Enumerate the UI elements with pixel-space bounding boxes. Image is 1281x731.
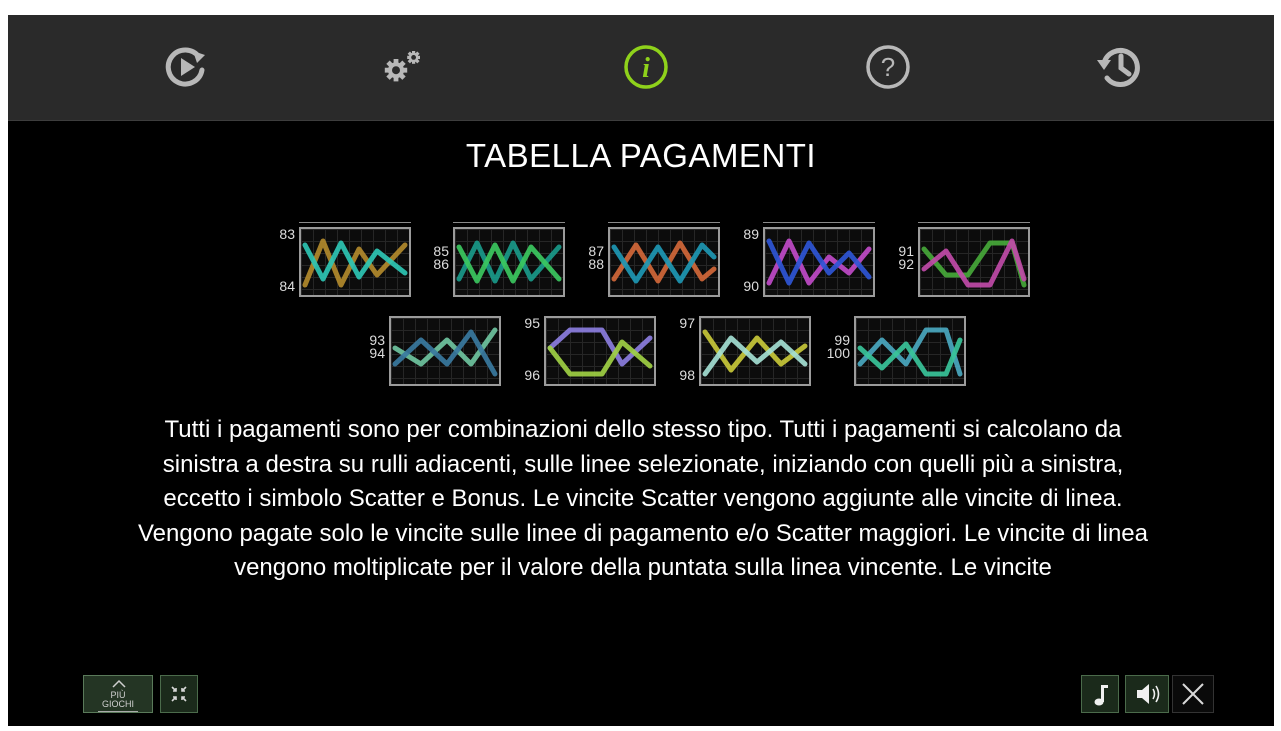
payline-line bbox=[547, 327, 653, 367]
payline-number-top: 95 bbox=[524, 315, 540, 331]
more-games-button[interactable]: PIÙ GIOCHI bbox=[83, 675, 153, 713]
more-games-underline bbox=[98, 711, 138, 712]
nav-settings-button[interactable] bbox=[380, 43, 428, 91]
payline-separator bbox=[763, 222, 875, 223]
nav-info-button[interactable]: i bbox=[622, 43, 670, 91]
more-games-label-line2: GIOCHI bbox=[101, 699, 134, 709]
payline-lines bbox=[547, 327, 653, 377]
paytable-description: Tutti i pagamenti sono per combinazioni … bbox=[138, 416, 1148, 581]
payline-separator bbox=[608, 222, 720, 223]
close-button[interactable] bbox=[1172, 675, 1214, 713]
payline-pattern bbox=[389, 316, 501, 386]
payline-lines bbox=[456, 240, 562, 284]
payline-number-bottom: 86 bbox=[433, 256, 449, 272]
nav-autoplay-button[interactable] bbox=[162, 43, 210, 91]
payline-pattern bbox=[854, 316, 966, 386]
speaker-icon bbox=[1137, 684, 1160, 704]
payline-thumbnail: 87 88 bbox=[588, 222, 720, 297]
payline-thumbnail: 93 94 bbox=[369, 316, 501, 386]
payline-number-top: 83 bbox=[279, 226, 295, 242]
payline-pattern bbox=[763, 227, 875, 297]
payline-pattern bbox=[608, 227, 720, 297]
music-note-icon bbox=[1094, 685, 1108, 706]
payline-pattern bbox=[544, 316, 656, 386]
payline-number-top: 89 bbox=[743, 226, 759, 242]
svg-text:?: ? bbox=[881, 52, 895, 82]
payline-number-bottom: 98 bbox=[679, 367, 695, 383]
top-navigation-bar: i ? bbox=[8, 15, 1274, 121]
payline-number-bottom: 94 bbox=[369, 345, 385, 361]
payline-thumbnail: 89 90 bbox=[743, 222, 875, 297]
payline-separator bbox=[299, 222, 411, 223]
game-info-screen: i ? TABELLA PAGAMENTI Tutti i pagamenti … bbox=[8, 15, 1274, 726]
fullscreen-exit-icon bbox=[171, 686, 187, 702]
payline-lines bbox=[302, 238, 408, 288]
music-toggle-button[interactable] bbox=[1081, 675, 1119, 713]
close-icon bbox=[1182, 683, 1204, 705]
payline-thumbnail: 85 86 bbox=[433, 222, 565, 297]
payline-thumbnail: 91 92 bbox=[898, 222, 1030, 297]
exit-fullscreen-button[interactable] bbox=[160, 675, 198, 713]
payline-pattern bbox=[918, 227, 1030, 297]
payline-lines bbox=[702, 329, 808, 377]
payline-thumbnail: 97 98 bbox=[679, 316, 811, 386]
nav-help-button[interactable]: ? bbox=[864, 43, 912, 91]
more-games-label: PIÙ GIOCHI bbox=[84, 691, 152, 709]
payline-lines bbox=[392, 327, 498, 377]
payline-number-bottom: 84 bbox=[279, 278, 295, 294]
help-icon: ? bbox=[866, 45, 910, 89]
payline-line bbox=[547, 339, 653, 377]
payline-pattern bbox=[453, 227, 565, 297]
payline-number-bottom: 92 bbox=[898, 256, 914, 272]
payline-number-top: 97 bbox=[679, 315, 695, 331]
payline-separator bbox=[453, 222, 565, 223]
payline-number-bottom: 100 bbox=[826, 345, 850, 361]
payline-thumbnail: 83 84 bbox=[279, 222, 411, 297]
page-title: TABELLA PAGAMENTI bbox=[465, 137, 817, 174]
nav-history-button[interactable] bbox=[1094, 43, 1142, 91]
payline-pattern bbox=[299, 227, 411, 297]
payline-lines bbox=[921, 238, 1027, 288]
payline-lines bbox=[857, 327, 963, 377]
payline-number-bottom: 96 bbox=[524, 367, 540, 383]
payline-number-bottom: 90 bbox=[743, 278, 759, 294]
sound-toggle-button[interactable] bbox=[1125, 675, 1169, 713]
payline-thumbnail: 99 100 bbox=[827, 316, 966, 386]
payline-separator bbox=[918, 222, 1030, 223]
home-icon bbox=[112, 679, 126, 688]
payline-thumbnail: 95 96 bbox=[524, 316, 656, 386]
info-icon: i bbox=[624, 45, 668, 89]
autoplay-icon bbox=[165, 47, 205, 87]
svg-text:i: i bbox=[642, 53, 650, 84]
payline-pattern bbox=[699, 316, 811, 386]
payline-lines bbox=[611, 240, 717, 284]
payline-lines bbox=[766, 238, 872, 286]
history-icon bbox=[1097, 48, 1140, 87]
settings-icon bbox=[384, 51, 420, 82]
payline-number-bottom: 88 bbox=[588, 256, 604, 272]
